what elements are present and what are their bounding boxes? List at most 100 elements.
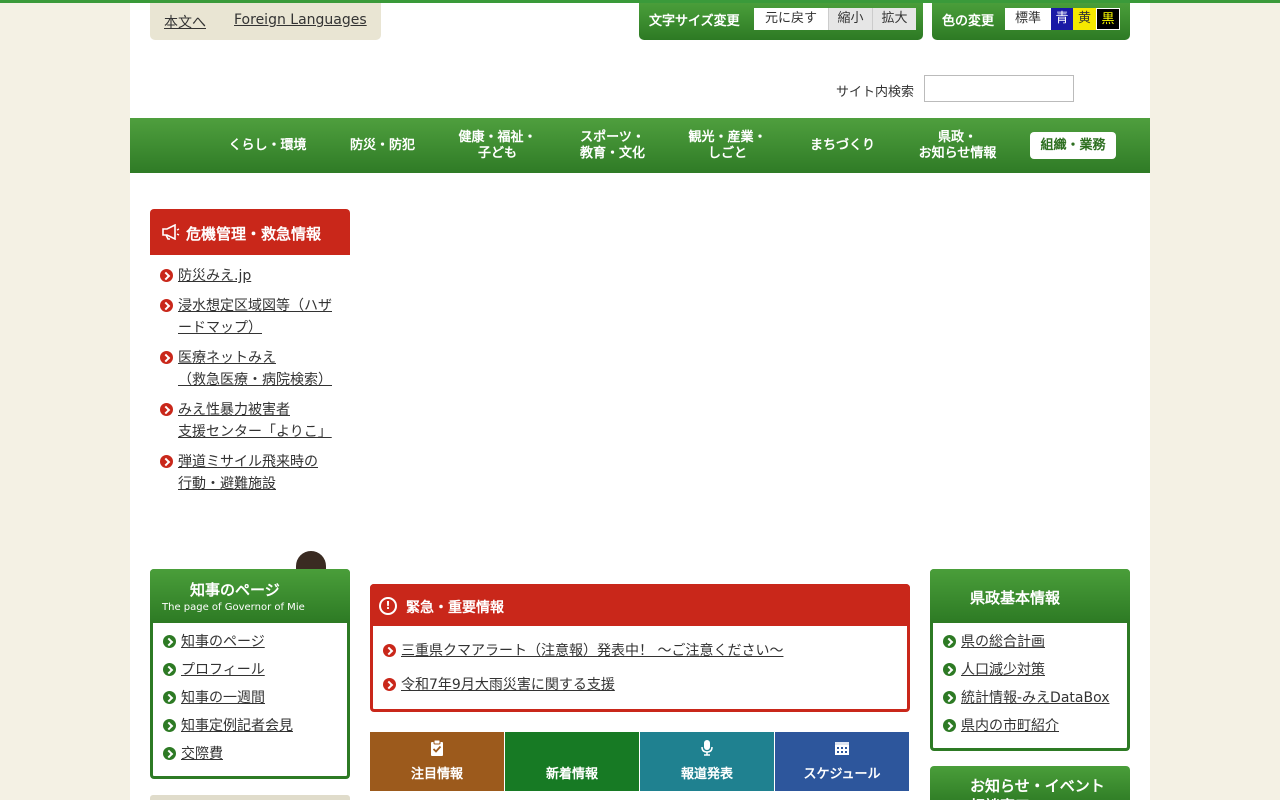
chevron-right-icon (160, 269, 173, 282)
chevron-right-icon (160, 299, 173, 312)
font-reset-button[interactable]: 元に戻す (754, 8, 828, 30)
foreign-languages-link[interactable]: Foreign Languages (234, 12, 367, 28)
list-item: 知事のページ (153, 631, 343, 653)
list-item: 浸水想定区域図等（ハザ ードマップ） (150, 295, 350, 339)
news-events-title: お知らせ・イベント 相談窓口 (970, 777, 1105, 800)
tab-press[interactable]: 報道発表 (640, 732, 774, 791)
tab-press-label: 報道発表 (680, 767, 733, 782)
chevron-right-icon (163, 635, 176, 648)
list-item: 人口減少対策 (933, 659, 1127, 681)
chevron-right-icon (943, 635, 956, 648)
color-yellow-button[interactable]: 黄 (1073, 8, 1096, 30)
governor-link[interactable]: 知事のページ (181, 634, 265, 650)
skip-to-content-link[interactable]: 本文へ (164, 12, 206, 32)
chevron-right-icon (943, 663, 956, 676)
list-item: 弾道ミサイル飛来時の 行動・避難施設 (150, 451, 350, 495)
utility-links: 本文へ Foreign Languages (150, 3, 381, 40)
governor-link[interactable]: 知事定例記者会見 (181, 718, 293, 734)
page-wrapper: 本文へ Foreign Languages 文字サイズ変更 元に戻す 縮小 拡大… (130, 3, 1150, 800)
color-blue-button[interactable]: 青 (1051, 8, 1073, 30)
list-item: 令和7年9月大雨災害に関する支援 (373, 674, 903, 696)
list-item: 統計情報-みえDataBox (933, 687, 1127, 709)
nav-item-town[interactable]: まちづくり (785, 118, 900, 173)
color-black-button[interactable]: 黒 (1096, 8, 1120, 30)
governor-link[interactable]: 交際費 (181, 746, 223, 762)
chevron-right-icon (160, 403, 173, 416)
font-smaller-button[interactable]: 縮小 (828, 8, 872, 30)
chevron-right-icon (160, 351, 173, 364)
list-item: 知事の一週間 (153, 687, 343, 709)
nav-item-sports[interactable]: スポーツ・ 教育・文化 (555, 118, 670, 173)
list-item: みえ性暴力被害者 支援センター「よりこ」 (150, 399, 350, 443)
color-change-control: 色の変更 標準 青 黄 黒 (932, 3, 1130, 40)
crisis-link[interactable]: 弾道ミサイル飛来時の 行動・避難施設 (178, 454, 318, 492)
font-size-title: 文字サイズ変更 (649, 14, 740, 29)
list-item: 交際費 (153, 743, 343, 765)
tab-schedule-label: スケジュール (803, 767, 881, 782)
chevron-right-icon (383, 644, 396, 657)
emergency-link-list: 三重県クマアラート（注意報）発表中！ ～ご注意ください～ 令和7年9月大雨災害に… (373, 640, 903, 696)
news-events-header[interactable]: お知らせ・イベント 相談窓口 (930, 766, 1130, 800)
nav-item-living[interactable]: くらし・環境 (210, 118, 325, 173)
tab-featured-label: 注目情報 (410, 767, 463, 782)
governor-panel-title: 知事のページ (190, 581, 280, 599)
list-item: 三重県クマアラート（注意報）発表中！ ～ご注意ください～ (373, 640, 903, 662)
nav-item-health[interactable]: 健康・福祉・ 子ども (440, 118, 555, 173)
clipboard-check-icon (431, 740, 443, 756)
microphone-icon (701, 740, 713, 756)
chevron-right-icon (163, 719, 176, 732)
crisis-panel-header: 危機管理・救急情報 (150, 209, 350, 255)
nav-item-tourism[interactable]: 観光・産業・ しごと (670, 118, 785, 173)
crisis-link[interactable]: 浸水想定区域図等（ハザ ードマップ） (178, 298, 332, 336)
list-item: プロフィール (153, 659, 343, 681)
crisis-panel-title: 危機管理・救急情報 (186, 225, 322, 243)
chevron-right-icon (163, 747, 176, 760)
pref-basic-link[interactable]: 県内の市町紹介 (961, 718, 1059, 734)
pref-basic-header: 県政基本情報 (930, 569, 1130, 623)
crisis-link-list: 防災みえ.jp 浸水想定区域図等（ハザ ードマップ） 医療ネットみえ （救急医療… (150, 265, 350, 495)
site-search-input[interactable] (924, 75, 1074, 102)
crisis-link[interactable]: 医療ネットみえ （救急医療・病院検索） (178, 350, 332, 388)
pref-basic-link[interactable]: 統計情報-みえDataBox (961, 690, 1110, 706)
calendar-icon (835, 742, 849, 755)
nav-item-organization[interactable]: 組織・業務 (1030, 132, 1116, 159)
pref-basic-link-list: 県の総合計画 人口減少対策 統計情報-みえDataBox 県内の市町紹介 (933, 631, 1127, 737)
emergency-link[interactable]: 三重県クマアラート（注意報）発表中！ ～ご注意ください～ (401, 643, 783, 659)
chevron-right-icon (163, 691, 176, 704)
crisis-link[interactable]: みえ性暴力被害者 支援センター「よりこ」 (178, 402, 332, 440)
alert-icon: ! (379, 597, 397, 615)
nav-item-disaster[interactable]: 防災・防犯 (325, 118, 440, 173)
crisis-link[interactable]: 防災みえ.jp (178, 268, 251, 284)
list-item: 医療ネットみえ （救急医療・病院検索） (150, 347, 350, 391)
chevron-right-icon (160, 455, 173, 468)
color-standard-button[interactable]: 標準 (1005, 8, 1051, 30)
governor-panel-header[interactable]: 知事のページ The page of Governor of Mie (150, 569, 350, 623)
pref-basic-link[interactable]: 県の総合計画 (961, 634, 1045, 650)
tab-new[interactable]: 新着情報 (505, 732, 639, 791)
pref-basic-title: 県政基本情報 (970, 589, 1061, 607)
emergency-panel-title: 緊急・重要情報 (406, 600, 504, 616)
emergency-link[interactable]: 令和7年9月大雨災害に関する支援 (401, 677, 615, 693)
list-item: 知事定例記者会見 (153, 715, 343, 737)
tab-featured[interactable]: 注目情報 (370, 732, 504, 791)
governor-link[interactable]: 知事の一週間 (181, 690, 265, 706)
governor-panel-subtitle: The page of Governor of Mie (162, 602, 305, 613)
chevron-right-icon (383, 678, 396, 691)
tab-schedule[interactable]: スケジュール (775, 732, 909, 791)
governor-link[interactable]: プロフィール (181, 662, 265, 678)
list-item: 県内の市町紹介 (933, 715, 1127, 737)
font-size-control: 文字サイズ変更 元に戻す 縮小 拡大 (639, 3, 923, 40)
list-item: 県の総合計画 (933, 631, 1127, 653)
font-larger-button[interactable]: 拡大 (872, 8, 916, 30)
governor-link-list: 知事のページ プロフィール 知事の一週間 知事定例記者会見 交際費 (153, 631, 343, 765)
sidebar-banner-edge (150, 795, 350, 800)
color-change-title: 色の変更 (942, 14, 995, 29)
chevron-right-icon (943, 691, 956, 704)
site-search-label: サイト内検索 (836, 85, 915, 100)
megaphone-icon (162, 224, 180, 240)
pref-basic-link[interactable]: 人口減少対策 (961, 662, 1045, 678)
chevron-right-icon (943, 719, 956, 732)
tab-new-label: 新着情報 (545, 767, 598, 782)
nav-item-prefecture[interactable]: 県政・ お知らせ情報 (900, 118, 1015, 173)
chevron-right-icon (163, 663, 176, 676)
